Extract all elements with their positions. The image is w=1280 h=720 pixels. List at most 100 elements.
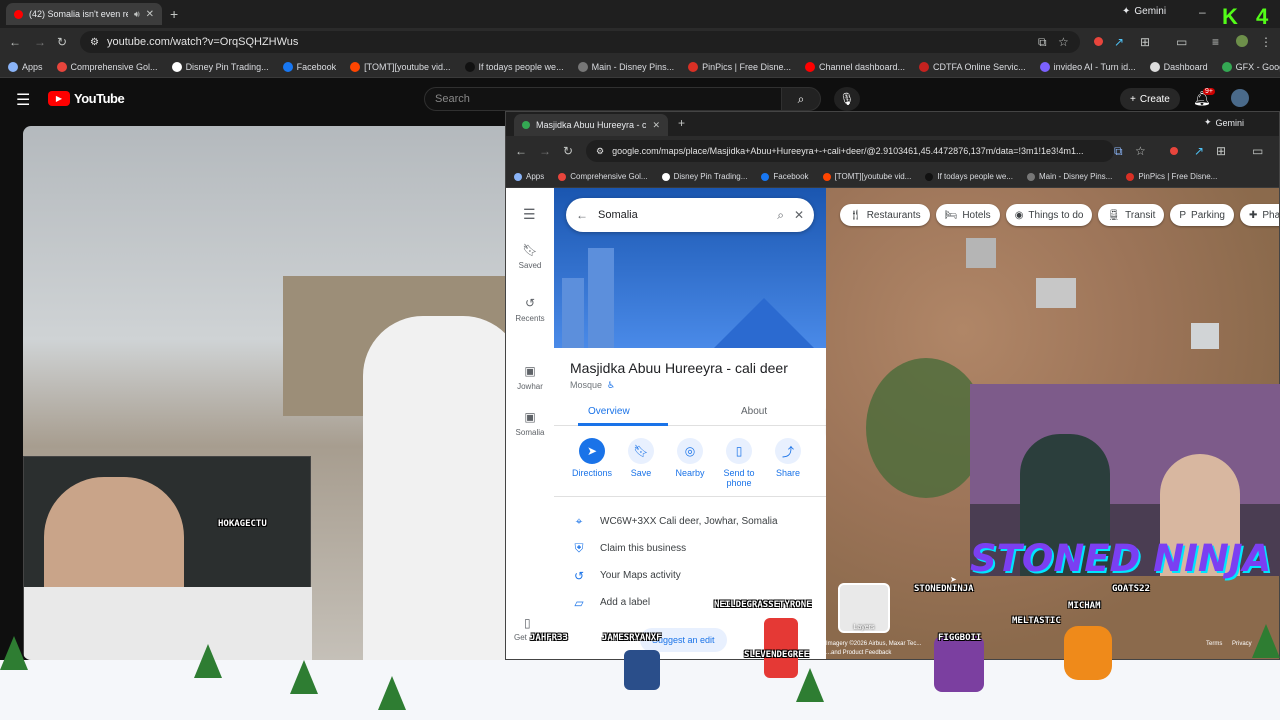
get-app-icon[interactable]: ▯ [524,616,531,630]
get-app-label[interactable]: Get [514,633,527,642]
extension-blue-icon[interactable]: ↗ [1114,35,1124,49]
sidepanel-icon[interactable]: ▭ [1176,35,1187,49]
maps-menu-icon[interactable]: ☰ [523,206,536,223]
info-row[interactable]: ⌖ WC6W+3XX Cali deer, Jowhar, Somalia [572,508,822,535]
address-bar[interactable]: ⚙︎ youtube.com/watch?v=OrqSQHZHWus [80,31,1080,53]
bookmark-item[interactable]: Disney Pin Trading... [171,61,269,72]
menu-kebab-icon[interactable]: ⋮ [1260,35,1272,49]
bookmark-item[interactable]: Channel dashboard... [804,61,905,72]
tab-close-icon[interactable]: ✕ [146,9,154,20]
create-button[interactable]: + Create [1120,88,1180,110]
video-player[interactable]: HOKAGECTU [23,126,513,660]
bookmark-item[interactable]: Dashboard [1149,61,1208,72]
window-minimize-icon[interactable]: – [1199,5,1206,19]
bookmark-item[interactable]: If todays people we... [464,61,564,72]
site-info-icon[interactable]: ⚙︎ [90,37,99,48]
downloads-icon[interactable]: ≡ [1212,35,1219,49]
tab-overview[interactable]: Overview [588,406,630,417]
forward-icon[interactable]: → [539,144,551,158]
bookmark-item[interactable]: Apps [514,172,544,181]
bookmark-star-icon[interactable]: ☆ [1135,144,1146,158]
bookmark-item[interactable]: Main - Disney Pins... [577,61,674,72]
directions-button[interactable]: ➤ Directions [568,438,616,488]
bookmark-item[interactable]: Comprehensive Gol... [558,172,648,181]
profile-avatar[interactable] [1236,35,1248,47]
bookmark-item[interactable]: PinPics | Free Disne... [1126,172,1217,181]
hamburger-menu-icon[interactable]: ☰ [16,90,30,110]
layers-button[interactable]: Layers [838,583,890,633]
back-icon[interactable]: ← [9,35,21,49]
rail-item-jowhar[interactable]: ▣ Jowhar [506,364,554,391]
youtube-search-button[interactable]: ⌕ [781,87,821,111]
chip-parking[interactable]: P Parking [1170,204,1234,226]
bookmark-item[interactable]: [TOMT][youtube vid... [350,61,451,72]
search-icon[interactable]: ⌕ [777,208,784,223]
bookmark-item[interactable]: Main - Disney Pins... [1026,172,1112,181]
cast-icon[interactable]: ⧉ [1114,144,1123,159]
nearby-button[interactable]: ◎ Nearby [666,438,714,488]
tab-close-icon[interactable]: ✕ [652,120,660,131]
tab-about[interactable]: About [741,406,767,417]
bookmark-item[interactable]: GFX - Google Drive [1221,61,1280,72]
reload-icon[interactable]: ↻ [563,144,573,158]
label-icon: ▱ [574,595,584,610]
maps-search-box[interactable]: ← Somalia ⌕ ✕ [566,198,814,232]
new-tab-icon[interactable]: + [170,6,178,22]
youtube-search-input[interactable]: Search [424,87,782,111]
place-tabs: Overview About [554,400,826,426]
extension-red-icon[interactable] [1094,37,1103,46]
bookmark-item[interactable]: PinPics | Free Disne... [688,61,791,72]
bookmark-item[interactable]: [TOMT][youtube vid... [822,172,911,181]
bookmark-item[interactable]: Facebook [282,61,336,72]
youtube-logo[interactable]: ▶ YouTube [48,91,125,106]
rail-item-somalia[interactable]: ▣ Somalia [506,410,554,437]
map-terms-link[interactable]: Terms [1206,641,1222,647]
chip-transit[interactable]: 🚆︎ Transit [1098,204,1165,226]
extensions-puzzle-icon[interactable]: ⊞ [1140,35,1150,49]
forward-icon[interactable]: → [34,35,46,49]
info-row[interactable]: ↺ Your Maps activity [572,562,822,589]
bookmark-item[interactable]: If todays people we... [925,172,1013,181]
maps-address-bar[interactable]: ⚙︎ google.com/maps/place/Masjidka+Abuu+H… [586,140,1114,162]
chip-pharm[interactable]: ✚Pharm [1239,204,1279,226]
youtube-account-avatar[interactable] [1231,89,1249,107]
share-button[interactable]: ⤴ Share [764,438,812,488]
chip-things-to-do[interactable]: ◉ Things to do [1005,204,1093,226]
bookmark-item[interactable]: Disney Pin Trading... [661,172,747,181]
send-to-phone-button[interactable]: ▯ Send to phone [715,438,763,488]
extension-red-icon[interactable] [1170,147,1178,155]
chip-hotels[interactable]: 🛏︎ Hotels [935,204,1000,226]
bookmark-item[interactable]: Comprehensive Gol... [56,61,158,72]
new-tab-icon[interactable]: + [678,116,685,130]
maps-search-input[interactable]: Somalia [598,209,767,221]
back-icon[interactable]: ← [515,144,527,158]
chip-restaurants[interactable]: 🍴︎ Restaurants [840,204,930,226]
browser-tab-youtube[interactable]: (42) Somalia isn't even real... 🔊︎ ✕ [6,3,162,25]
rail-item-recents[interactable]: ↺ Recents [506,296,554,323]
map-attribution-feedback[interactable]: ...and Product Feedback [826,650,891,656]
install-icon[interactable]: ⧉ [1038,35,1047,50]
gemini-button[interactable]: ✦ Gemini [1204,117,1244,128]
rail-item-saved[interactable]: 🔖︎ Saved [506,243,554,270]
bookmark-item[interactable]: Apps [8,61,43,72]
save-button[interactable]: 🔖︎ Save [617,438,665,488]
sidepanel-icon[interactable]: ▭ [1252,144,1263,158]
bookmark-item[interactable]: invideo AI - Turn id... [1039,61,1136,72]
bookmark-favicon-icon [1149,61,1160,72]
extensions-puzzle-icon[interactable]: ⊞ [1216,144,1226,158]
back-arrow-icon[interactable]: ← [576,208,588,222]
site-info-icon[interactable]: ⚙︎ [596,146,604,157]
bookmark-item[interactable]: Facebook [761,172,809,181]
voice-search-button[interactable]: 🎙︎ [834,87,860,111]
bookmark-star-icon[interactable]: ☆ [1058,35,1069,49]
directions-icon: ➤ [579,438,605,464]
gemini-button[interactable]: ✦ Gemini [1122,6,1166,17]
info-row[interactable]: ⛨ Claim this business [572,535,822,562]
extension-blue-icon[interactable]: ↗ [1194,144,1204,158]
bookmark-item[interactable]: CDTFA Online Servic... [919,61,1026,72]
map-privacy-link[interactable]: Privacy [1232,641,1252,647]
reload-icon[interactable]: ↻ [57,35,67,49]
tab-audio-icon[interactable]: 🔊︎ [134,9,140,20]
close-icon[interactable]: ✕ [794,208,804,222]
maps-browser-tab[interactable]: Masjidka Abuu Hureeyra - cali... ✕ [514,114,668,136]
